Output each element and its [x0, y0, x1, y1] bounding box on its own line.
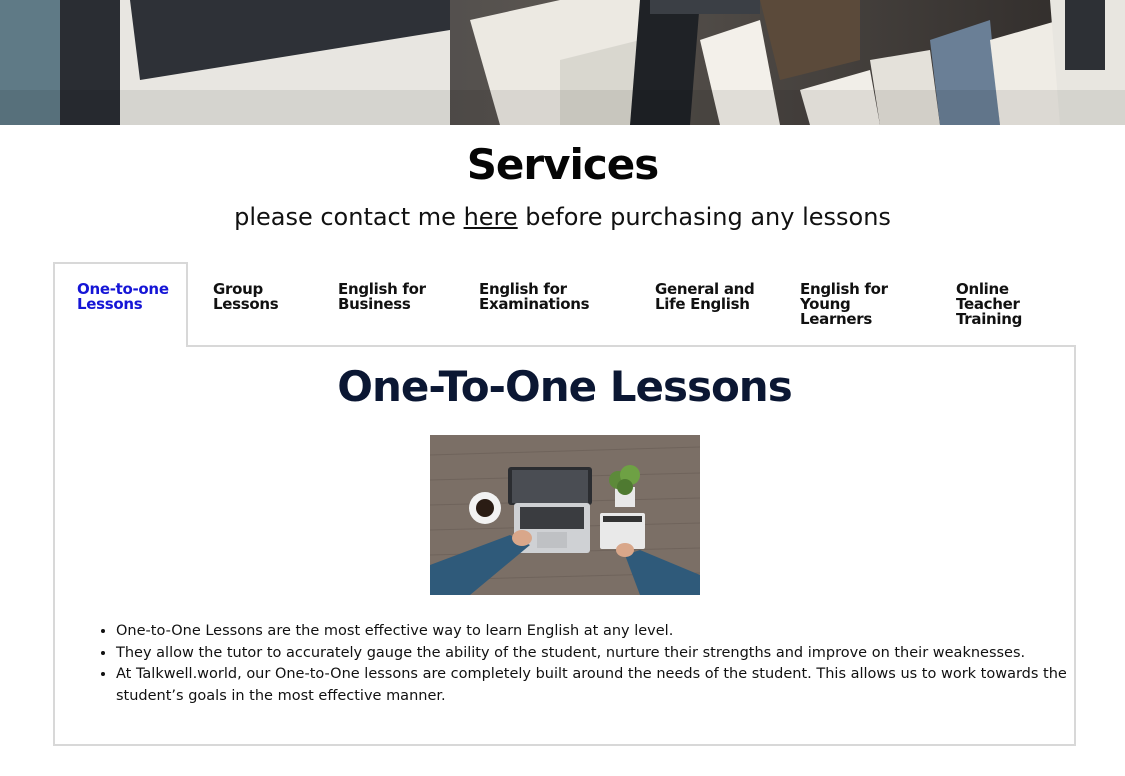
tab-one-to-one-lessons[interactable]: One-to-one Lessons [77, 282, 169, 312]
subtitle-text-after: before purchasing any lessons [517, 203, 891, 231]
hero-banner-image [0, 0, 1125, 125]
tab-label-line: Training [956, 310, 1023, 328]
list-item: At Talkwell.world, our One-to-One lesson… [116, 664, 1101, 707]
panel-title: One-To-One Lessons [337, 362, 792, 411]
tab-english-for-examinations[interactable]: English for Examinations [479, 282, 590, 313]
tab-general-and-life-english[interactable]: General and Life English [655, 282, 755, 313]
page-subtitle: please contact me here before purchasing… [0, 203, 1125, 231]
list-item: They allow the tutor to accurately gauge… [116, 643, 1101, 665]
subtitle-text-before: please contact me [234, 203, 464, 231]
laptop-desk-photo [430, 435, 700, 595]
list-item: One-to-One Lessons are the most effectiv… [116, 621, 1101, 643]
tab-label-line: Life English [655, 295, 750, 313]
page-title: Services [466, 140, 660, 189]
tab-online-teacher-training[interactable]: Online Teacher Training [956, 282, 1022, 327]
tab-english-for-young-learners[interactable]: English for Young Learners [800, 282, 888, 327]
tab-label-line: Learners [800, 310, 873, 328]
benefits-list: One-to-One Lessons are the most effectiv… [78, 621, 1101, 707]
contact-here-link[interactable]: here [464, 203, 518, 231]
tab-english-for-business[interactable]: English for Business [338, 282, 426, 312]
tab-label-line: Business [338, 295, 411, 313]
tab-label-line: Examinations [479, 295, 590, 313]
tab-group-lessons[interactable]: Group Lessons [213, 282, 279, 313]
tab-label-line: Lessons [213, 295, 279, 313]
tab-label-line: Lessons [77, 295, 143, 313]
